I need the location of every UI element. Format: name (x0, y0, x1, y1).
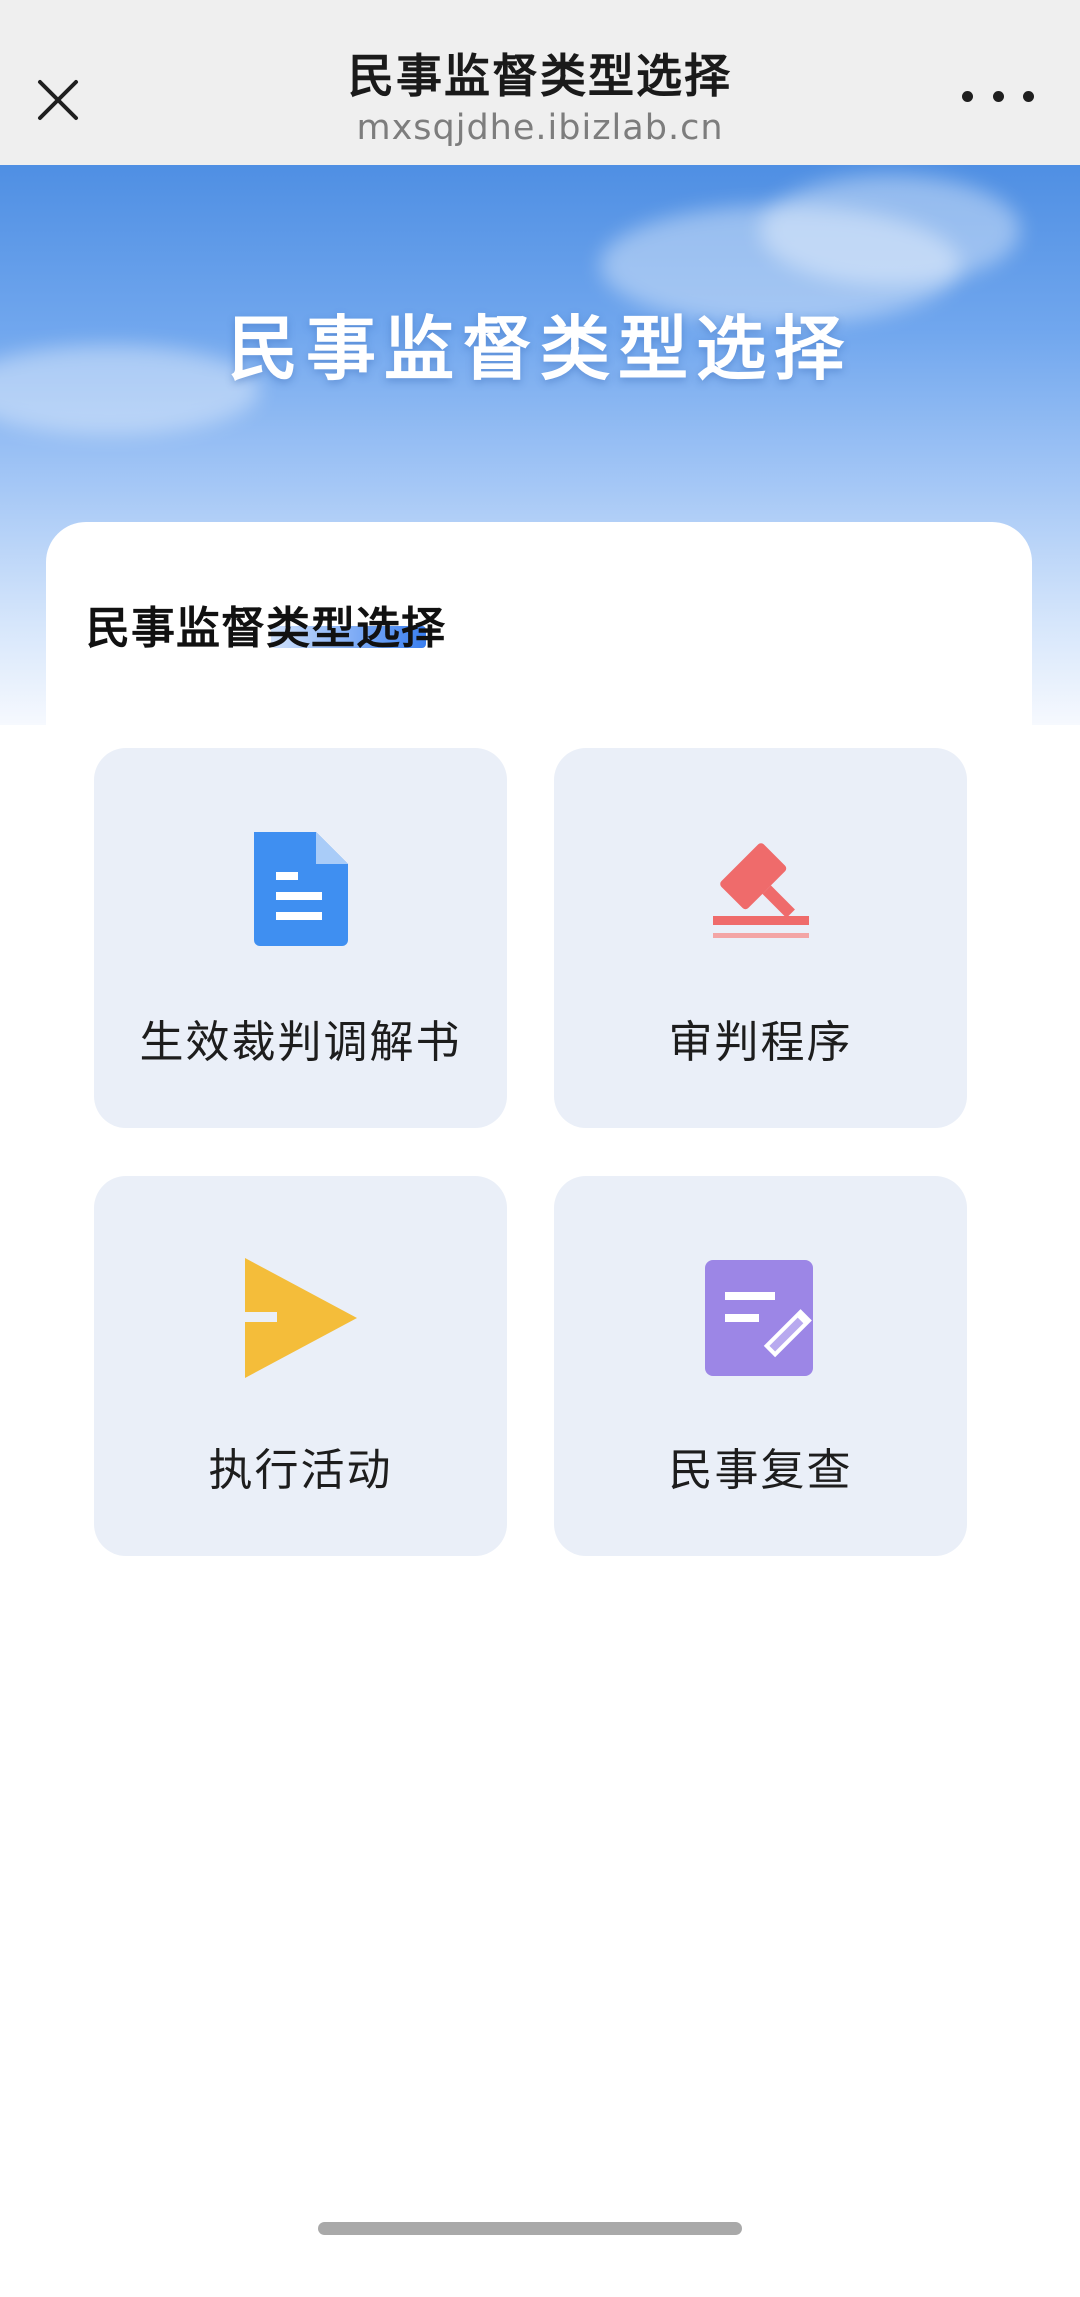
nav-url: mxsqjdhe.ibizlab.cn (356, 108, 724, 148)
option-civil-review[interactable]: 民事复查 (554, 1176, 967, 1556)
home-indicator[interactable] (318, 2222, 742, 2235)
play-arrow-icon (94, 1256, 507, 1386)
options-card: 民事监督类型选择 生效裁判调解书 审判程序 执行活动 民事复查 (46, 522, 1032, 2222)
option-label: 执行活动 (208, 1445, 393, 1496)
option-judgment-document[interactable]: 生效裁判调解书 (94, 748, 507, 1128)
top-nav-bar: 民事监督类型选择 mxsqjdhe.ibizlab.cn (0, 0, 1080, 165)
section-title: 民事监督类型选择 (86, 603, 446, 654)
more-dots-icon (1023, 90, 1034, 102)
option-trial-procedure[interactable]: 审判程序 (554, 748, 967, 1128)
more-dots-icon (992, 90, 1004, 102)
document-icon (94, 828, 507, 958)
banner-cloud (760, 175, 1020, 285)
option-label: 民事复查 (668, 1445, 853, 1496)
gavel-icon (554, 828, 967, 958)
edit-icon (554, 1256, 967, 1386)
option-label: 审判程序 (668, 1017, 853, 1068)
banner-title: 民事监督类型选择 (228, 308, 852, 390)
option-enforcement-activity[interactable]: 执行活动 (94, 1176, 507, 1556)
more-dots-icon (962, 90, 973, 102)
more-button[interactable] (962, 76, 1034, 116)
nav-title: 民事监督类型选择 (348, 49, 732, 103)
option-label: 生效裁判调解书 (139, 1017, 462, 1068)
